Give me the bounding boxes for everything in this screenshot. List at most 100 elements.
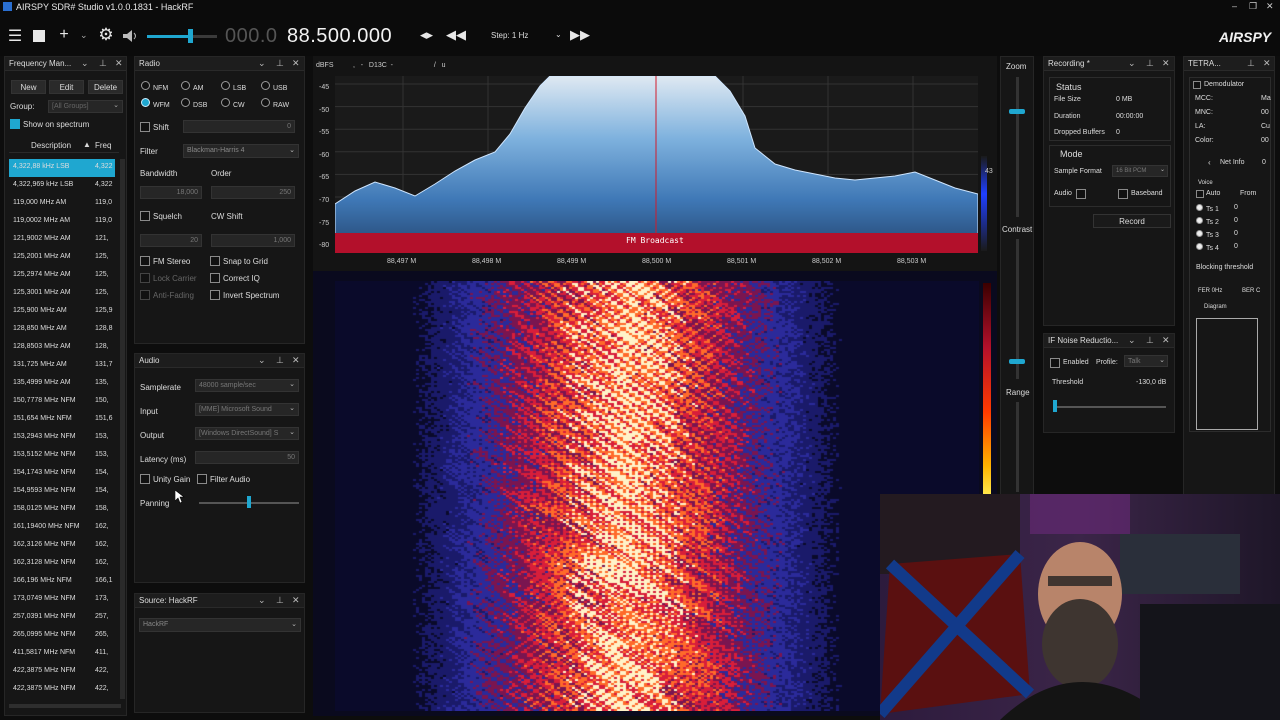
- threshold-thumb[interactable]: [1053, 400, 1057, 412]
- bandwidth-input[interactable]: 18,000: [140, 186, 202, 199]
- shift-checkbox[interactable]: [140, 122, 150, 132]
- list-item[interactable]: 154,9593 MHz NFM 154,: [9, 483, 115, 501]
- list-scrollbar[interactable]: [120, 159, 125, 699]
- list-item[interactable]: 153,5152 MHz NFM 153,: [9, 447, 115, 465]
- rewind-icon[interactable]: ◀◀: [446, 27, 466, 43]
- timeslot-row[interactable]: Ts 1 0: [1196, 204, 1238, 213]
- timeslot-radio[interactable]: [1196, 243, 1203, 250]
- lock-carrier-checkbox[interactable]: [140, 273, 150, 283]
- timeslot-row[interactable]: Ts 4 0: [1196, 243, 1238, 252]
- pin-icon[interactable]: ⊥: [1146, 58, 1154, 69]
- tune-arrows-icon[interactable]: ◂▸: [420, 27, 433, 43]
- frequency-display[interactable]: 88.500.000: [287, 25, 392, 48]
- volume-slider[interactable]: [147, 35, 217, 38]
- gear-icon[interactable]: ⚙: [97, 25, 115, 45]
- group-select[interactable]: [All Groups] ⌄: [48, 100, 123, 113]
- anti-fading-checkbox[interactable]: [140, 290, 150, 300]
- list-item[interactable]: 125,2001 MHz AM 125,: [9, 249, 115, 267]
- squelch-checkbox[interactable]: [140, 211, 150, 221]
- close-icon[interactable]: ✕: [292, 355, 300, 366]
- list-item[interactable]: 153,2943 MHz NFM 153,: [9, 429, 115, 447]
- cw-shift-input[interactable]: 1,000: [211, 234, 295, 247]
- step-select[interactable]: Step: 1 Hz ⌄: [481, 30, 569, 42]
- filter-select[interactable]: Blackman-Harris 4 ⌄: [183, 144, 299, 158]
- mode-nfm-radio[interactable]: NFM: [141, 81, 168, 92]
- list-item[interactable]: 411,5817 MHz NFM 411,: [9, 645, 115, 663]
- close-icon[interactable]: ✕: [1266, 1, 1274, 12]
- speaker-icon[interactable]: [122, 29, 138, 43]
- mode-raw-radio[interactable]: RAW: [261, 98, 289, 109]
- chevron-down-icon[interactable]: ⌄: [1128, 58, 1136, 69]
- mode-lsb-radio[interactable]: LSB: [221, 81, 246, 92]
- list-item[interactable]: 162,3128 MHz NFM 162,: [9, 555, 115, 573]
- chevron-down-icon[interactable]: ⌄: [258, 355, 266, 366]
- horizontal-scrollbar[interactable]: [9, 704, 121, 708]
- noise-enabled-checkbox[interactable]: [1050, 358, 1060, 368]
- profile-select[interactable]: Talk ⌄: [1124, 355, 1168, 367]
- stop-icon[interactable]: [33, 30, 45, 42]
- timeslot-radio[interactable]: [1196, 230, 1203, 237]
- list-item[interactable]: 4,322,88 kHz LSB 4,322: [9, 159, 115, 177]
- delete-button[interactable]: Delete: [88, 80, 123, 94]
- pin-icon[interactable]: ⊥: [276, 58, 284, 69]
- close-icon[interactable]: ✕: [1263, 58, 1271, 69]
- list-item[interactable]: 422,3875 MHz NFM 422,: [9, 663, 115, 681]
- correct-iq-checkbox[interactable]: [210, 273, 220, 283]
- filter-audio-checkbox[interactable]: [197, 474, 207, 484]
- list-item[interactable]: 154,1743 MHz NFM 154,: [9, 465, 115, 483]
- fm-stereo-checkbox[interactable]: [140, 256, 150, 266]
- latency-input[interactable]: 50: [195, 451, 299, 464]
- contrast-thumb[interactable]: [1009, 359, 1025, 364]
- squelch-input[interactable]: 20: [140, 234, 202, 247]
- list-item[interactable]: 150,7778 MHz NFM 150,: [9, 393, 115, 411]
- frequency-dim[interactable]: 000.0: [225, 25, 278, 48]
- add-icon[interactable]: +: [56, 26, 72, 44]
- zoom-slider[interactable]: [1016, 77, 1019, 217]
- chevron-left-icon[interactable]: ‹: [1208, 158, 1211, 167]
- close-icon[interactable]: ✕: [1162, 335, 1170, 346]
- mode-dsb-radio[interactable]: DSB: [181, 98, 207, 109]
- input-select[interactable]: [MME] Microsoft Sound ⌄: [195, 403, 299, 416]
- show-on-spectrum-checkbox[interactable]: [10, 119, 20, 129]
- unity-gain-checkbox[interactable]: [140, 474, 150, 484]
- spectrum-panel[interactable]: dBFS , - D13C - / u -45 -50 -55 -60 -65 -70 -7…: [313, 56, 997, 271]
- range-slider[interactable]: [1016, 402, 1019, 492]
- chevron-down-icon[interactable]: ⌄: [1128, 335, 1136, 346]
- zoom-thumb[interactable]: [1009, 109, 1025, 114]
- source-select[interactable]: HackRF ⌄: [139, 618, 301, 632]
- list-item[interactable]: 128,8503 MHz AM 128,: [9, 339, 115, 357]
- pin-icon[interactable]: ⊥: [1247, 58, 1255, 69]
- output-select[interactable]: [Windows DirectSound] S ⌄: [195, 427, 299, 440]
- list-item[interactable]: 257,0391 MHz NFM 257,: [9, 609, 115, 627]
- edit-button[interactable]: Edit: [49, 80, 84, 94]
- order-input[interactable]: 250: [211, 186, 295, 199]
- chevron-down-icon[interactable]: ⌄: [258, 595, 266, 606]
- list-item[interactable]: 119,000 MHz AM 119,0: [9, 195, 115, 213]
- chevron-down-icon[interactable]: ⌄: [81, 58, 89, 69]
- list-item[interactable]: 173,0749 MHz NFM 173,: [9, 591, 115, 609]
- mode-usb-radio[interactable]: USB: [261, 81, 287, 92]
- demodulator-checkbox[interactable]: [1193, 81, 1201, 89]
- shift-input[interactable]: 0: [183, 120, 295, 133]
- auto-checkbox[interactable]: [1196, 190, 1204, 198]
- pin-icon[interactable]: ⊥: [276, 595, 284, 606]
- list-item[interactable]: 121,9002 MHz AM 121,: [9, 231, 115, 249]
- mode-wfm-radio[interactable]: WFM: [141, 98, 170, 109]
- pin-icon[interactable]: ⊥: [99, 58, 107, 69]
- record-button[interactable]: Record: [1093, 214, 1171, 228]
- forward-icon[interactable]: ▶▶: [570, 27, 590, 43]
- list-item[interactable]: 125,3001 MHz AM 125,: [9, 285, 115, 303]
- pin-icon[interactable]: ⊥: [276, 355, 284, 366]
- close-icon[interactable]: ✕: [115, 58, 123, 69]
- minimize-icon[interactable]: –: [1232, 1, 1237, 11]
- audio-record-checkbox[interactable]: [1076, 189, 1086, 199]
- list-item[interactable]: 265,0995 MHz NFM 265,: [9, 627, 115, 645]
- panning-thumb[interactable]: [247, 496, 251, 508]
- snap-to-grid-checkbox[interactable]: [210, 256, 220, 266]
- list-item[interactable]: 162,3126 MHz NFM 162,: [9, 537, 115, 555]
- list-item[interactable]: 4,322,969 kHz LSB 4,322: [9, 177, 115, 195]
- samplerate-select[interactable]: 48000 sample/sec ⌄: [195, 379, 299, 392]
- description-header[interactable]: Description: [31, 141, 71, 150]
- pin-icon[interactable]: ⊥: [1146, 335, 1154, 346]
- invert-spectrum-checkbox[interactable]: [210, 290, 220, 300]
